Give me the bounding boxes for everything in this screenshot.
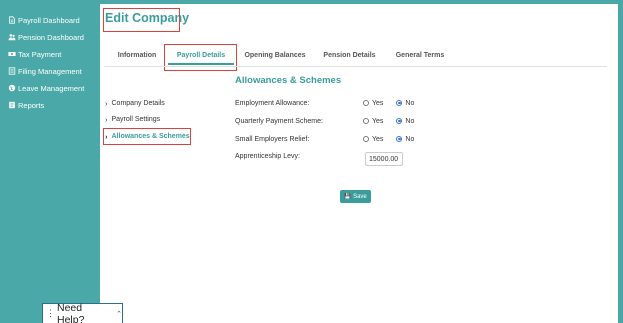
yes-label: Yes	[372, 117, 384, 125]
save-button-label: Save	[353, 193, 367, 200]
sidebar-item-label: Filing Management	[18, 66, 82, 76]
sidebar-item-filing-management[interactable]: Filing Management	[7, 64, 82, 78]
sidebar-item-label: Leave Management	[18, 83, 85, 93]
sidebar-item-tax-payment[interactable]: Tax Payment	[7, 47, 61, 61]
quarterly-payment-radio-group: Yes No	[363, 115, 414, 127]
tab-divider	[104, 66, 607, 67]
globe-icon	[7, 84, 16, 93]
report-icon	[7, 101, 16, 110]
tab-general-terms[interactable]: General Terms	[393, 48, 447, 62]
save-icon: 💾	[344, 193, 352, 200]
quarterly-payment-yes-radio[interactable]	[363, 118, 369, 124]
yes-label: Yes	[372, 99, 384, 107]
sidebar-item-label: Reports	[18, 100, 45, 110]
sidebar-item-label: Pension Dashboard	[18, 32, 84, 42]
left-nav-company-details[interactable]: › Company Details	[105, 97, 165, 109]
chevron-right-icon: ›	[105, 98, 108, 108]
section-title: Allowances & Schemes	[235, 75, 342, 86]
need-help-widget[interactable]: ⋮ Need Help? ⌃	[42, 301, 123, 323]
sidebar-item-label: Tax Payment	[18, 49, 62, 59]
employment-allowance-yes-radio[interactable]	[363, 100, 369, 106]
tab-pension-details[interactable]: Pension Details	[322, 48, 377, 62]
title-highlight-box	[103, 8, 180, 32]
small-employers-relief-radio-group: Yes No	[363, 133, 414, 145]
sidebar-item-pension-dashboard[interactable]: Pension Dashboard	[7, 30, 84, 44]
employment-allowance-no-radio[interactable]	[396, 100, 403, 106]
main-panel: Edit Company Information Payroll Details…	[100, 4, 618, 323]
document-icon	[7, 16, 16, 25]
sidebar-item-label: Payroll Dashboard	[18, 15, 80, 25]
no-label: No	[405, 135, 415, 143]
tab-opening-balances[interactable]: Opening Balances	[242, 48, 308, 62]
employment-allowance-label: Employment Allowance:	[235, 99, 310, 107]
left-nav-label: Payroll Settings	[111, 115, 161, 123]
right-strip	[618, 0, 623, 323]
quarterly-payment-no-radio[interactable]	[396, 118, 403, 124]
people-icon	[7, 33, 16, 42]
save-button[interactable]: 💾 Save	[340, 190, 371, 203]
sidebar: Payroll Dashboard Pension Dashboard Tax …	[0, 0, 100, 323]
tab-information[interactable]: Information	[112, 48, 162, 62]
left-nav-payroll-settings[interactable]: › Payroll Settings	[105, 113, 160, 125]
apprenticeship-levy-input[interactable]	[365, 152, 403, 166]
sidebar-item-leave-management[interactable]: Leave Management	[7, 81, 84, 95]
chevron-up-icon: ⌃	[116, 310, 122, 318]
no-label: No	[405, 117, 415, 125]
money-icon	[7, 50, 16, 59]
small-employers-relief-no-radio[interactable]	[396, 136, 403, 142]
quarterly-payment-label: Quarterly Payment Scheme:	[235, 117, 323, 125]
small-employers-relief-yes-radio[interactable]	[363, 136, 369, 142]
apprenticeship-levy-label: Apprenticeship Levy:	[235, 152, 300, 160]
left-nav-label: Company Details	[111, 99, 165, 107]
employment-allowance-radio-group: Yes No	[363, 97, 414, 109]
no-label: No	[405, 99, 415, 107]
small-employers-relief-label: Small Employers Relief:	[235, 135, 310, 143]
drag-handle-icon: ⋮	[46, 308, 55, 318]
sidebar-item-reports[interactable]: Reports	[7, 98, 44, 112]
yes-label: Yes	[372, 135, 384, 143]
sidebar-item-payroll-dashboard[interactable]: Payroll Dashboard	[7, 13, 80, 27]
need-help-label: Need Help?	[57, 301, 85, 323]
file-icon	[7, 67, 16, 76]
chevron-right-icon: ›	[105, 114, 108, 124]
left-nav-highlight-box	[103, 128, 191, 145]
